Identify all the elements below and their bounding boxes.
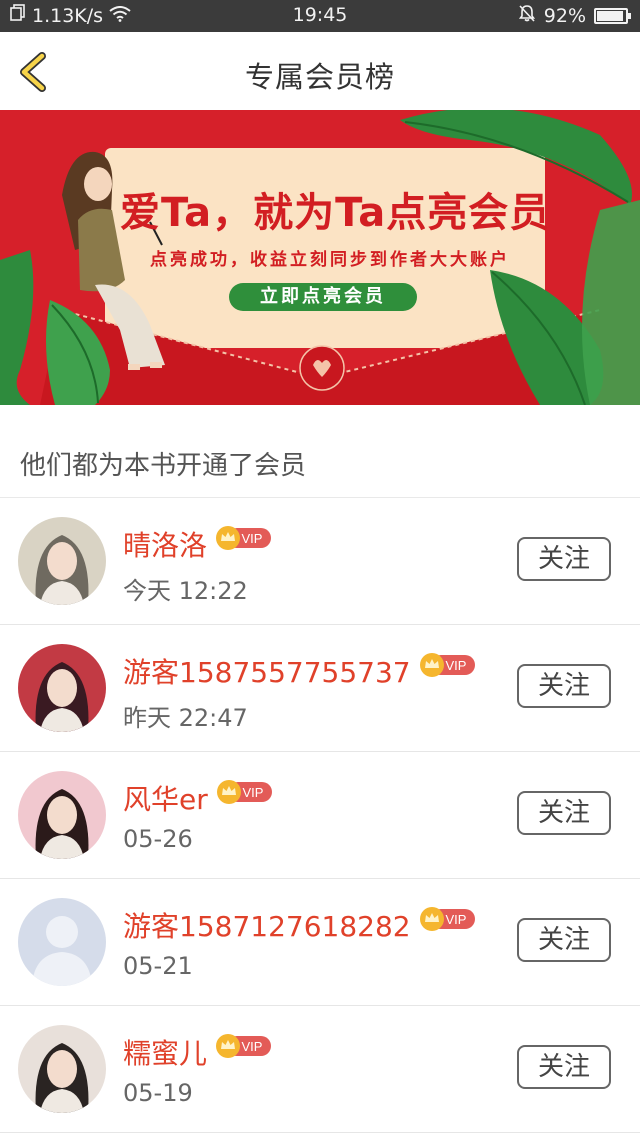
battery-level (597, 10, 623, 21)
vip-badge: VIP (215, 525, 273, 558)
vip-crown-icon: VIP (419, 906, 475, 931)
member-name: 游客1587127618282 VIP (123, 905, 477, 945)
vip-crown-icon: VIP (216, 1033, 272, 1058)
svg-text:VIP: VIP (242, 1039, 263, 1054)
mute-bell-icon (518, 4, 536, 27)
banner-cta-button[interactable]: 立即点亮会员 (229, 283, 417, 311)
member-name: 糯蜜儿 VIP (123, 1032, 273, 1072)
member-name: 风华er VIP (123, 778, 274, 818)
list-item[interactable]: 晴洛洛 VIP 今天 12:22 关注 (0, 498, 640, 625)
follow-button[interactable]: 关注 (517, 537, 611, 581)
page-title: 专属会员榜 (244, 60, 395, 94)
avatar[interactable] (18, 644, 106, 732)
avatar[interactable] (18, 517, 106, 605)
battery-icon (594, 7, 631, 24)
svg-text:VIP: VIP (445, 912, 466, 927)
avatar[interactable] (18, 1025, 106, 1113)
section-title: 他们都为本书开通了会员 (20, 451, 307, 481)
avatar[interactable] (18, 771, 106, 859)
member-time: 昨天 22:47 (123, 704, 248, 732)
follow-button[interactable]: 关注 (517, 791, 611, 835)
member-name-text: 游客1587127618282 (123, 910, 411, 943)
vip-badge: VIP (215, 1033, 273, 1066)
vip-badge: VIP (419, 652, 477, 685)
svg-text:VIP: VIP (242, 785, 263, 800)
follow-button[interactable]: 关注 (517, 918, 611, 962)
promo-banner[interactable]: 爱Ta，就为Ta点亮会员 点亮成功，收益立刻同步到作者大大账户 立即点亮会员 (0, 110, 640, 405)
vip-crown-icon: VIP (216, 525, 272, 550)
member-list: 晴洛洛 VIP 今天 12:22 关注 游客1587557755737 VIP 昨天… (0, 498, 640, 1133)
follow-button[interactable]: 关注 (517, 1045, 611, 1089)
member-name-text: 晴洛洛 (123, 529, 208, 562)
member-name-text: 风华er (123, 783, 208, 816)
vip-crown-icon: VIP (216, 779, 272, 804)
vip-badge: VIP (216, 779, 274, 812)
member-time: 05-26 (123, 825, 193, 853)
list-item[interactable]: 游客1587557755737 VIP 昨天 22:47 关注 (0, 625, 640, 752)
nav-bar: 专属会员榜 (0, 32, 640, 110)
list-item[interactable]: 风华er VIP 05-26 关注 (0, 752, 640, 879)
member-name-text: 糯蜜儿 (123, 1037, 208, 1070)
member-name-text: 游客1587557755737 (123, 656, 411, 689)
member-name: 游客1587557755737 VIP (123, 651, 477, 691)
member-time: 05-19 (123, 1079, 193, 1107)
banner-subline: 点亮成功，收益立刻同步到作者大大账户 (150, 250, 510, 270)
vip-crown-icon: VIP (419, 652, 475, 677)
list-item[interactable]: 糯蜜儿 VIP 05-19 关注 (0, 1006, 640, 1133)
svg-text:VIP: VIP (445, 658, 466, 673)
member-time: 今天 12:22 (123, 577, 248, 605)
svg-text:VIP: VIP (242, 531, 263, 546)
section-header: 他们都为本书开通了会员 (0, 405, 640, 498)
member-time: 05-21 (123, 952, 193, 980)
avatar[interactable] (18, 898, 106, 986)
follow-button[interactable]: 关注 (517, 664, 611, 708)
vip-badge: VIP (419, 906, 477, 939)
banner-headline: 爱Ta，就为Ta点亮会员 (120, 190, 551, 236)
member-name: 晴洛洛 VIP (123, 524, 273, 564)
status-bar: 1.13K/s 19:45 92% (0, 0, 640, 32)
list-item[interactable]: 游客1587127618282 VIP 05-21 关注 (0, 879, 640, 1006)
status-right: 92% (518, 4, 631, 27)
battery-percent: 92% (543, 4, 586, 27)
